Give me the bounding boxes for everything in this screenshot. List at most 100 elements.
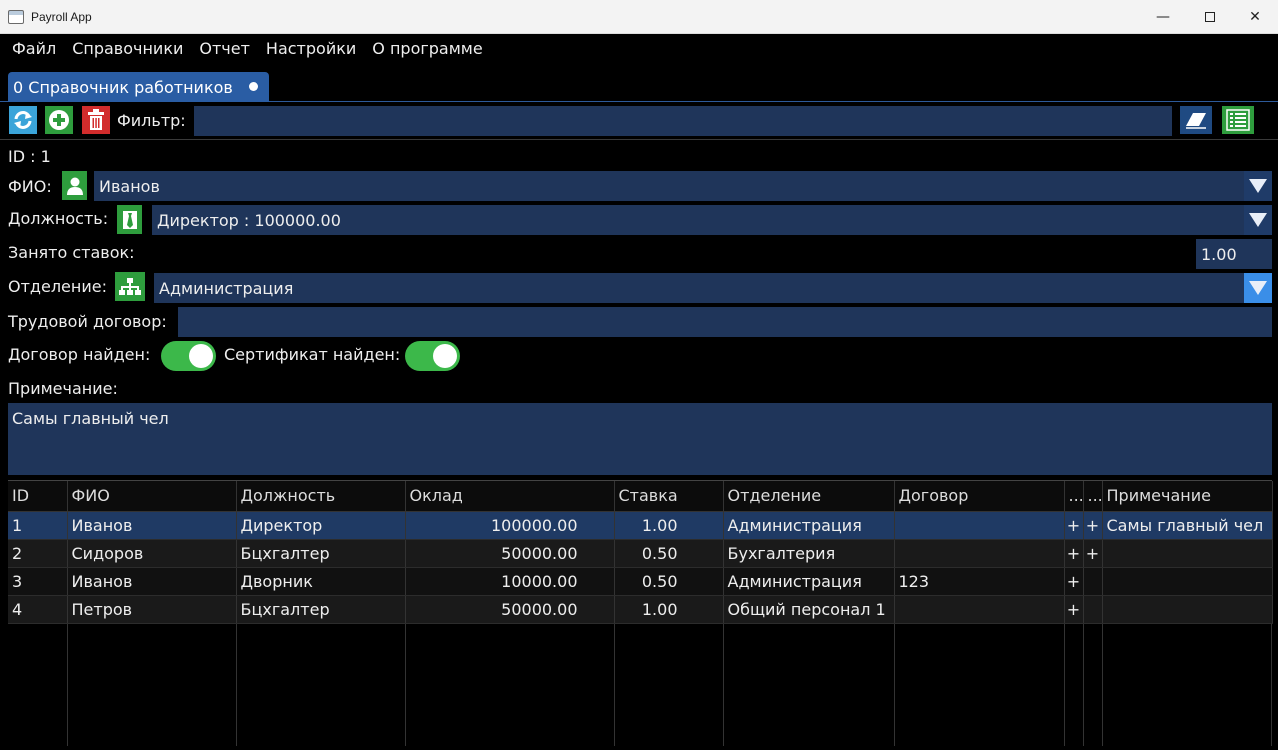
cell-fio: Иванов (67, 567, 237, 596)
cell-fio: Петров (67, 595, 237, 624)
cell-position: Директор (236, 511, 406, 540)
col-header-certificate-flag[interactable]: ... (1083, 481, 1103, 512)
position-combo[interactable]: Директор : 100000.00 (152, 205, 1272, 235)
minimize-button[interactable]: — (1140, 0, 1186, 34)
cell-id: 1 (8, 511, 68, 540)
cell-salary: 50000.00 (405, 595, 615, 624)
position-dropdown-button[interactable] (1244, 205, 1272, 235)
cell-salary: 50000.00 (405, 539, 615, 568)
cell-department: Администрация (723, 567, 895, 596)
certificate-found-toggle[interactable] (405, 341, 460, 371)
table-row[interactable]: 1 Иванов Директор 100000.00 1.00 Админис… (8, 511, 1273, 540)
eraser-icon (1186, 113, 1206, 129)
list-icon (1226, 109, 1250, 131)
toggle-knob (433, 344, 457, 368)
cell-department: Бухгалтерия (723, 539, 895, 568)
department-label: Отделение: (8, 277, 107, 296)
cell-position: Бцхгалтер (236, 595, 406, 624)
note-textarea[interactable]: Самы главный чел (8, 403, 1272, 475)
list-view-button[interactable] (1222, 106, 1254, 134)
tab-employees[interactable]: 0 Справочник работников (8, 72, 269, 102)
toggle-knob (189, 344, 213, 368)
cell-id: 3 (8, 567, 68, 596)
col-header-department[interactable]: Отделение (723, 481, 895, 512)
col-header-position[interactable]: Должность (236, 481, 406, 512)
certificate-found-label: Сертификат найден: (224, 345, 401, 364)
fio-label: ФИО: (8, 177, 52, 196)
cell-salary: 100000.00 (405, 511, 615, 540)
refresh-button[interactable] (9, 106, 37, 134)
window-title: Payroll App (31, 9, 92, 24)
add-button[interactable] (45, 106, 73, 134)
col-header-fio[interactable]: ФИО (67, 481, 237, 512)
maximize-button[interactable] (1187, 0, 1233, 34)
chevron-down-icon (1249, 179, 1267, 193)
delete-button[interactable] (82, 106, 110, 134)
rate-input[interactable]: 1.00 (1196, 239, 1272, 269)
cell-contract-flag: + (1064, 567, 1084, 596)
menu-file[interactable]: Файл (0, 34, 64, 64)
cell-contract (894, 511, 1065, 540)
fio-combo[interactable]: Иванов (94, 171, 1272, 201)
contract-found-toggle[interactable] (161, 341, 216, 371)
filter-label: Фильтр: (117, 111, 186, 130)
cell-note (1102, 595, 1273, 624)
cell-rate: 1.00 (614, 511, 724, 540)
cell-certificate-flag: + (1083, 511, 1103, 540)
app-icon (8, 9, 24, 24)
cell-department: Администрация (723, 511, 895, 540)
cell-id: 2 (8, 539, 68, 568)
employees-table[interactable]: ID ФИО Должность Оклад Ставка Отделение … (8, 480, 1273, 746)
maximize-icon (1205, 12, 1215, 22)
chevron-down-icon (1249, 281, 1267, 295)
menu-settings[interactable]: Настройки (258, 34, 364, 64)
cell-contract-flag: + (1064, 595, 1084, 624)
clear-filter-button[interactable] (1180, 106, 1212, 134)
close-button[interactable]: ✕ (1232, 0, 1278, 34)
record-id: ID : 1 (8, 147, 51, 166)
fio-value: Иванов (99, 176, 160, 196)
cell-note (1102, 539, 1273, 568)
cell-fio: Иванов (67, 511, 237, 540)
menu-about[interactable]: О программе (364, 34, 490, 64)
col-header-salary[interactable]: Оклад (405, 481, 615, 512)
cell-rate: 0.50 (614, 567, 724, 596)
cell-rate: 0.50 (614, 539, 724, 568)
menu-report[interactable]: Отчет (191, 34, 258, 64)
person-icon (62, 171, 87, 200)
cell-certificate-flag (1083, 595, 1103, 624)
cell-certificate-flag (1083, 567, 1103, 596)
filter-input[interactable] (194, 106, 1172, 136)
col-header-id[interactable]: ID (8, 481, 68, 512)
cell-contract-flag: + (1064, 539, 1084, 568)
menu-bar: Файл Справочники Отчет Настройки О прогр… (0, 34, 1278, 64)
department-dropdown-button[interactable] (1244, 273, 1272, 303)
fio-dropdown-button[interactable] (1244, 171, 1272, 201)
col-header-rate[interactable]: Ставка (614, 481, 724, 512)
cell-department: Общий персонал 1 (723, 595, 895, 624)
tab-strip: 0 Справочник работников (0, 64, 1278, 102)
contract-found-label: Договор найден: (8, 345, 151, 364)
note-value: Самы главный чел (12, 409, 169, 428)
org-chart-icon (115, 272, 145, 301)
refresh-icon (14, 111, 32, 129)
cell-note: Самы главный чел (1102, 511, 1273, 540)
cell-position: Дворник (236, 567, 406, 596)
cell-certificate-flag: + (1083, 539, 1103, 568)
window-titlebar: Payroll App — ✕ (0, 0, 1278, 34)
cell-contract: 123 (894, 567, 1065, 596)
cell-rate: 1.00 (614, 595, 724, 624)
col-header-contract[interactable]: Договор (894, 481, 1065, 512)
tie-icon (117, 205, 142, 234)
contract-input[interactable] (178, 307, 1272, 337)
table-row[interactable]: 2 Сидоров Бцхгалтер 50000.00 0.50 Бухгал… (8, 539, 1273, 568)
tab-close-dot-icon[interactable] (249, 82, 258, 91)
table-row[interactable]: 3 Иванов Дворник 10000.00 0.50 Администр… (8, 567, 1273, 596)
menu-directories[interactable]: Справочники (64, 34, 191, 64)
department-combo[interactable]: Администрация (154, 273, 1272, 303)
col-header-note[interactable]: Примечание (1102, 481, 1273, 512)
plus-circle-icon (49, 110, 69, 130)
cell-id: 4 (8, 595, 68, 624)
table-row[interactable]: 4 Петров Бцхгалтер 50000.00 1.00 Общий п… (8, 595, 1273, 624)
col-header-contract-flag[interactable]: ... (1064, 481, 1084, 512)
